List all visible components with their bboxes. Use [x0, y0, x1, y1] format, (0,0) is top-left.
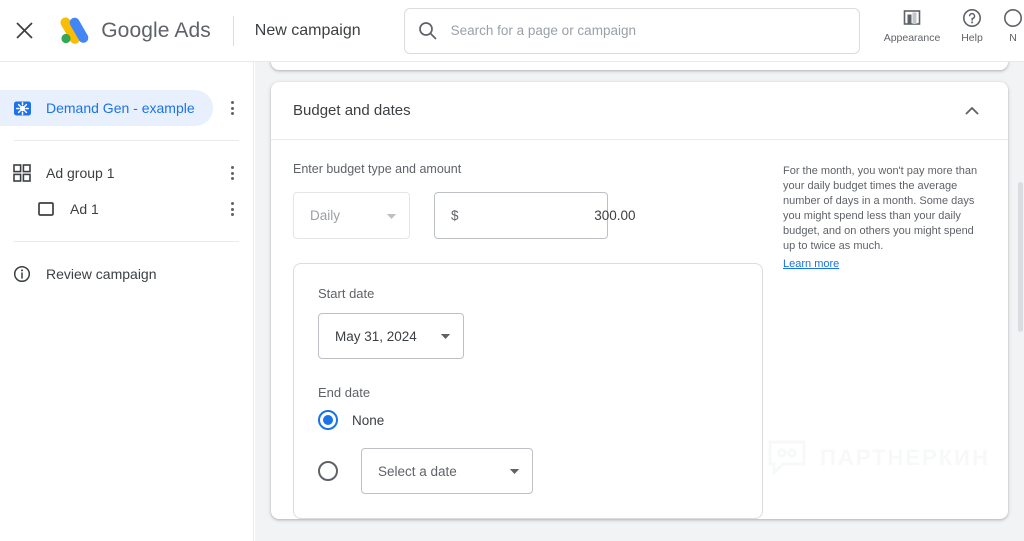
notifications-icon — [1004, 8, 1023, 27]
collapse-card-button[interactable] — [958, 97, 986, 125]
budget-type-select[interactable]: Daily — [293, 192, 410, 239]
sidebar-item-label: Ad 1 — [70, 201, 99, 217]
sidebar-item-demand-gen[interactable]: Demand Gen - example — [0, 90, 234, 126]
budget-amount-input[interactable] — [458, 208, 636, 223]
start-date-select[interactable]: May 31, 2024 — [318, 313, 464, 359]
top-app-bar: Google Ads New campaign Appearance — [0, 0, 1024, 62]
brand-name: Google Ads — [101, 18, 211, 42]
sidebar-item-label: Ad group 1 — [46, 165, 115, 181]
budget-and-dates-header: Budget and dates — [271, 82, 1008, 140]
budget-and-dates-body: Enter budget type and amount Daily $ 300… — [271, 140, 1008, 519]
sidebar-item-ad-1[interactable]: Ad 1 — [0, 191, 253, 227]
campaign-nav-sidebar: Demand Gen - example Ad group 1 Ad 1 Rev… — [0, 62, 254, 541]
notifications-label: N — [1009, 31, 1017, 44]
budget-help-text: For the month, you won't pay more than y… — [783, 165, 978, 252]
notifications-button[interactable]: N — [1002, 7, 1024, 44]
scrollbar-thumb[interactable] — [1018, 182, 1023, 332]
card-title: Budget and dates — [293, 102, 411, 119]
budget-column: Enter budget type and amount Daily $ 300… — [293, 162, 763, 519]
sidebar-item-label: Review campaign — [46, 266, 157, 282]
sidebar-item-ad-group-1[interactable]: Ad group 1 — [0, 155, 253, 191]
budget-input-row: Daily $ — [293, 192, 763, 239]
dates-section: Start date May 31, 2024 End date None Se… — [293, 263, 763, 519]
appearance-label: Appearance — [883, 31, 941, 44]
chevron-down-icon — [386, 207, 397, 225]
previous-settings-card — [271, 62, 1008, 70]
end-date-custom-row[interactable]: Select a date — [318, 448, 738, 494]
start-date-label: Start date — [318, 286, 375, 301]
ad-group-grid-icon — [10, 164, 34, 182]
end-date-custom-radio[interactable] — [318, 461, 338, 481]
ad-group-more-options-button[interactable] — [223, 164, 241, 182]
sidebar-item-review-campaign[interactable]: Review campaign — [0, 256, 253, 292]
ad-more-options-button[interactable] — [223, 200, 241, 218]
info-circle-icon — [10, 265, 34, 283]
budget-field-label: Enter budget type and amount — [293, 162, 462, 176]
budget-and-dates-card: Budget and dates Enter budget type and a… — [271, 82, 1008, 519]
search-input[interactable] — [450, 23, 860, 38]
budget-amount-field[interactable]: $ — [434, 192, 636, 239]
help-label: Help — [961, 31, 983, 44]
start-date-value: May 31, 2024 — [335, 328, 417, 344]
google-ads-new-campaign-page: Google Ads New campaign Appearance — [0, 0, 1024, 541]
google-ads-logo-icon — [57, 16, 91, 46]
brand-area[interactable]: Google Ads — [57, 16, 211, 46]
end-date-none-radio[interactable] — [318, 410, 338, 430]
end-date-none-label: None — [352, 412, 385, 428]
chevron-down-icon — [440, 327, 451, 345]
help-button[interactable]: Help — [942, 7, 1002, 44]
sidebar-item-label: Demand Gen - example — [46, 100, 195, 116]
currency-symbol: $ — [451, 208, 459, 223]
search-box[interactable] — [403, 7, 861, 54]
sidebar-divider-1 — [14, 140, 239, 141]
appearance-button[interactable]: Appearance — [882, 7, 942, 44]
close-icon — [16, 22, 33, 39]
header-actions: Appearance Help N — [882, 0, 1024, 62]
chevron-up-icon — [965, 106, 979, 114]
close-button[interactable] — [6, 11, 43, 51]
chevron-down-icon — [509, 462, 520, 480]
end-date-label: End date — [318, 385, 371, 400]
learn-more-link[interactable]: Learn more — [783, 258, 839, 270]
budget-help-column: For the month, you won't pay more than y… — [783, 162, 986, 519]
search-icon — [405, 21, 451, 40]
end-date-select[interactable]: Select a date — [361, 448, 533, 494]
sidebar-divider-2 — [14, 241, 239, 242]
ad-square-icon — [34, 200, 58, 218]
header-divider — [232, 15, 234, 46]
content-scrollbar[interactable] — [1017, 62, 1024, 541]
main-content-scroll-area: Budget and dates Enter budget type and a… — [255, 62, 1024, 541]
end-date-placeholder: Select a date — [378, 463, 457, 479]
page-title: New campaign — [254, 21, 361, 39]
end-date-none-row[interactable]: None — [318, 410, 738, 430]
help-icon — [963, 8, 982, 27]
appearance-icon — [903, 9, 921, 25]
budget-type-value: Daily — [310, 208, 341, 223]
demand-gen-icon — [10, 99, 34, 118]
demand-gen-more-options-button[interactable] — [223, 99, 241, 117]
